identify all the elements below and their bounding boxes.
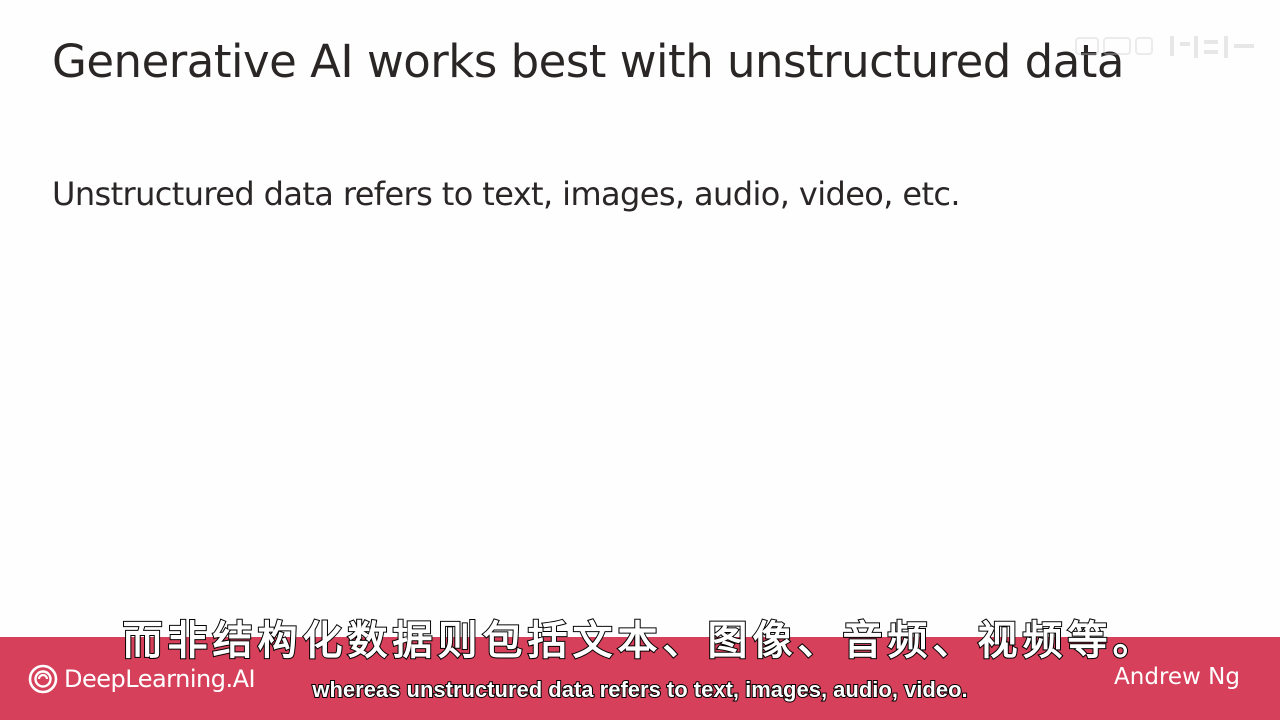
slide-title: Generative AI works best with unstructur… xyxy=(52,35,1125,88)
slide-frame: Generative AI works best with unstructur… xyxy=(0,0,1280,720)
caption-english: whereas unstructured data refers to text… xyxy=(311,676,968,703)
slide-subtitle: Unstructured data refers to text, images… xyxy=(52,175,961,213)
caption-chinese: 而非结构化数据则包括文本、图像、音频、视频等。 xyxy=(122,617,1158,665)
channel-watermark-icon xyxy=(1075,36,1254,58)
